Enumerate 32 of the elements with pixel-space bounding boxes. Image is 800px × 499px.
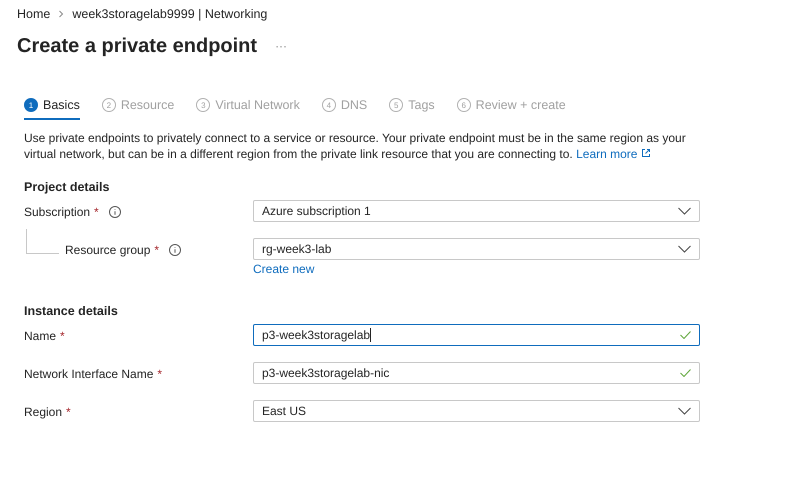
chevron-icon [58,10,64,18]
input-field[interactable]: p3-week3storagelab-nic [253,362,700,384]
dropdown[interactable]: East US [253,400,700,422]
learn-more-link[interactable]: Learn more [576,147,651,161]
required-asterisk: * [157,367,162,381]
description-text: Use private endpoints to privately connect to a service or resource. Your private endpoint must be in the same region as your virtual network, but can be in a different region from the private link resource that you are connecting to. Learn more [24,130,687,162]
dropdown[interactable]: rg-week3-lab [253,238,700,260]
required-asterisk: * [94,205,99,219]
chevron-down-icon [678,245,691,253]
info-icon[interactable] [169,244,182,256]
page-title: Create a private endpoint [17,34,258,58]
more-button[interactable]: ··· [275,39,288,53]
field-label: Resource group [65,243,150,257]
field-label: Region [24,405,62,419]
field-label: Name [24,329,56,343]
info-icon[interactable] [108,206,121,218]
create-new-link[interactable]: Create new [253,262,700,276]
chevron-down-icon [678,407,691,415]
required-asterisk: * [66,405,71,419]
input-field[interactable]: p3-week3storagelab [253,324,700,346]
field-label: Network Interface Name [24,367,154,381]
section-heading: Instance details [24,304,119,318]
required-asterisk: * [60,329,65,343]
breadcrumb-link[interactable]: Home [17,7,50,21]
breadcrumb-link[interactable]: week3storagelab9999 | Networking [72,7,268,21]
external-link-icon [640,148,651,158]
field-label: Subscription [24,205,90,219]
chevron-down-icon [678,207,691,215]
dropdown[interactable]: Azure subscription 1 [253,200,700,222]
required-asterisk: * [154,243,160,257]
wizard-tab[interactable]: 1 Basics [24,94,80,120]
section-heading: Project details [24,180,110,194]
